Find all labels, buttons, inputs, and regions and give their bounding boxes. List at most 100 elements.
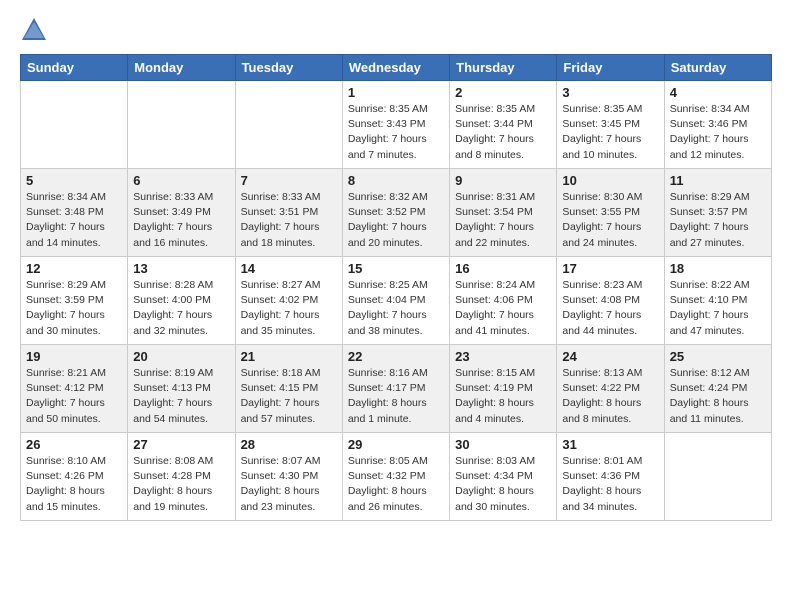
day-number: 18 bbox=[670, 261, 766, 276]
week-row-4: 19 Sunrise: 8:21 AM Sunset: 4:12 PM Dayli… bbox=[21, 345, 772, 433]
day-number: 19 bbox=[26, 349, 122, 364]
calendar-cell: 3 Sunrise: 8:35 AM Sunset: 3:45 PM Daylig… bbox=[557, 81, 664, 169]
day-number: 17 bbox=[562, 261, 658, 276]
calendar-cell: 29 Sunrise: 8:05 AM Sunset: 4:32 PM Dayli… bbox=[342, 433, 449, 521]
calendar-cell: 10 Sunrise: 8:30 AM Sunset: 3:55 PM Dayli… bbox=[557, 169, 664, 257]
day-info: Sunrise: 8:35 AM Sunset: 3:45 PM Dayligh… bbox=[562, 102, 658, 163]
week-row-3: 12 Sunrise: 8:29 AM Sunset: 3:59 PM Dayli… bbox=[21, 257, 772, 345]
calendar-cell: 20Sunrise: 8:19 AM Sunset: 4:13 PM Dayli… bbox=[128, 345, 235, 433]
calendar-cell bbox=[664, 433, 771, 521]
day-info: Sunrise: 8:15 AM Sunset: 4:19 PM Dayligh… bbox=[455, 366, 551, 427]
day-info: Sunrise: 8:29 AM Sunset: 3:59 PM Dayligh… bbox=[26, 278, 122, 339]
calendar-cell: 14 Sunrise: 8:27 AM Sunset: 4:02 PM Dayli… bbox=[235, 257, 342, 345]
day-number: 16 bbox=[455, 261, 551, 276]
weekday-header-thursday: Thursday bbox=[450, 55, 557, 81]
day-number: 7 bbox=[241, 173, 337, 188]
day-number: 26 bbox=[26, 437, 122, 452]
day-info: Sunrise: 8:35 AM Sunset: 3:43 PM Dayligh… bbox=[348, 102, 444, 163]
day-number: 21 bbox=[241, 349, 337, 364]
day-number: 30 bbox=[455, 437, 551, 452]
calendar-cell: 27 Sunrise: 8:08 AM Sunset: 4:28 PM Dayli… bbox=[128, 433, 235, 521]
day-info: Sunrise: 8:31 AM Sunset: 3:54 PM Dayligh… bbox=[455, 190, 551, 251]
day-number: 10 bbox=[562, 173, 658, 188]
calendar-cell: 16 Sunrise: 8:24 AM Sunset: 4:06 PM Dayli… bbox=[450, 257, 557, 345]
day-info: Sunrise: 8:35 AM Sunset: 3:44 PM Dayligh… bbox=[455, 102, 551, 163]
calendar-cell: 30Sunrise: 8:03 AM Sunset: 4:34 PM Dayli… bbox=[450, 433, 557, 521]
calendar-cell: 21Sunrise: 8:18 AM Sunset: 4:15 PM Dayli… bbox=[235, 345, 342, 433]
calendar-cell: 7 Sunrise: 8:33 AM Sunset: 3:51 PM Daylig… bbox=[235, 169, 342, 257]
day-info: Sunrise: 8:10 AM Sunset: 4:26 PM Dayligh… bbox=[26, 454, 122, 515]
day-info: Sunrise: 8:13 AM Sunset: 4:22 PM Dayligh… bbox=[562, 366, 658, 427]
day-number: 5 bbox=[26, 173, 122, 188]
day-number: 12 bbox=[26, 261, 122, 276]
day-number: 11 bbox=[670, 173, 766, 188]
day-info: Sunrise: 8:25 AM Sunset: 4:04 PM Dayligh… bbox=[348, 278, 444, 339]
weekday-header-monday: Monday bbox=[128, 55, 235, 81]
day-number: 22 bbox=[348, 349, 444, 364]
day-number: 4 bbox=[670, 85, 766, 100]
day-number: 28 bbox=[241, 437, 337, 452]
day-info: Sunrise: 8:12 AM Sunset: 4:24 PM Dayligh… bbox=[670, 366, 766, 427]
day-info: Sunrise: 8:07 AM Sunset: 4:30 PM Dayligh… bbox=[241, 454, 337, 515]
day-number: 24 bbox=[562, 349, 658, 364]
day-number: 25 bbox=[670, 349, 766, 364]
day-info: Sunrise: 8:33 AM Sunset: 3:51 PM Dayligh… bbox=[241, 190, 337, 251]
day-info: Sunrise: 8:21 AM Sunset: 4:12 PM Dayligh… bbox=[26, 366, 122, 427]
weekday-header-saturday: Saturday bbox=[664, 55, 771, 81]
calendar-cell bbox=[128, 81, 235, 169]
calendar-cell: 12 Sunrise: 8:29 AM Sunset: 3:59 PM Dayli… bbox=[21, 257, 128, 345]
day-number: 1 bbox=[348, 85, 444, 100]
day-number: 8 bbox=[348, 173, 444, 188]
day-info: Sunrise: 8:28 AM Sunset: 4:00 PM Dayligh… bbox=[133, 278, 229, 339]
weekday-header-sunday: Sunday bbox=[21, 55, 128, 81]
day-info: Sunrise: 8:24 AM Sunset: 4:06 PM Dayligh… bbox=[455, 278, 551, 339]
day-info: Sunrise: 8:34 AM Sunset: 3:48 PM Dayligh… bbox=[26, 190, 122, 251]
day-info: Sunrise: 8:08 AM Sunset: 4:28 PM Dayligh… bbox=[133, 454, 229, 515]
calendar-cell: 25 Sunrise: 8:12 AM Sunset: 4:24 PM Dayli… bbox=[664, 345, 771, 433]
calendar-cell: 4 Sunrise: 8:34 AM Sunset: 3:46 PM Daylig… bbox=[664, 81, 771, 169]
day-number: 20 bbox=[133, 349, 229, 364]
calendar-cell: 22 Sunrise: 8:16 AM Sunset: 4:17 PM Dayli… bbox=[342, 345, 449, 433]
day-number: 29 bbox=[348, 437, 444, 452]
calendar-cell: 9 Sunrise: 8:31 AM Sunset: 3:54 PM Daylig… bbox=[450, 169, 557, 257]
logo-icon bbox=[20, 16, 48, 44]
calendar-cell: 31Sunrise: 8:01 AM Sunset: 4:36 PM Dayli… bbox=[557, 433, 664, 521]
day-info: Sunrise: 8:30 AM Sunset: 3:55 PM Dayligh… bbox=[562, 190, 658, 251]
calendar-cell: 23 Sunrise: 8:15 AM Sunset: 4:19 PM Dayli… bbox=[450, 345, 557, 433]
calendar-cell: 6Sunrise: 8:33 AM Sunset: 3:49 PM Daylig… bbox=[128, 169, 235, 257]
calendar-cell: 19 Sunrise: 8:21 AM Sunset: 4:12 PM Dayli… bbox=[21, 345, 128, 433]
day-info: Sunrise: 8:32 AM Sunset: 3:52 PM Dayligh… bbox=[348, 190, 444, 251]
day-info: Sunrise: 8:27 AM Sunset: 4:02 PM Dayligh… bbox=[241, 278, 337, 339]
day-number: 13 bbox=[133, 261, 229, 276]
calendar-cell bbox=[235, 81, 342, 169]
day-info: Sunrise: 8:29 AM Sunset: 3:57 PM Dayligh… bbox=[670, 190, 766, 251]
logo bbox=[20, 16, 52, 44]
calendar-cell: 17 Sunrise: 8:23 AM Sunset: 4:08 PM Dayli… bbox=[557, 257, 664, 345]
day-number: 6 bbox=[133, 173, 229, 188]
day-info: Sunrise: 8:01 AM Sunset: 4:36 PM Dayligh… bbox=[562, 454, 658, 515]
day-info: Sunrise: 8:23 AM Sunset: 4:08 PM Dayligh… bbox=[562, 278, 658, 339]
calendar-cell bbox=[21, 81, 128, 169]
week-row-5: 26 Sunrise: 8:10 AM Sunset: 4:26 PM Dayli… bbox=[21, 433, 772, 521]
calendar-cell: 11 Sunrise: 8:29 AM Sunset: 3:57 PM Dayli… bbox=[664, 169, 771, 257]
day-info: Sunrise: 8:05 AM Sunset: 4:32 PM Dayligh… bbox=[348, 454, 444, 515]
day-number: 27 bbox=[133, 437, 229, 452]
week-row-1: 1 Sunrise: 8:35 AM Sunset: 3:43 PM Daylig… bbox=[21, 81, 772, 169]
day-number: 23 bbox=[455, 349, 551, 364]
day-number: 14 bbox=[241, 261, 337, 276]
calendar-cell: 13 Sunrise: 8:28 AM Sunset: 4:00 PM Dayli… bbox=[128, 257, 235, 345]
header bbox=[20, 16, 772, 44]
weekday-header-row: SundayMondayTuesdayWednesdayThursdayFrid… bbox=[21, 55, 772, 81]
week-row-2: 5 Sunrise: 8:34 AM Sunset: 3:48 PM Daylig… bbox=[21, 169, 772, 257]
day-number: 15 bbox=[348, 261, 444, 276]
calendar-cell: 15 Sunrise: 8:25 AM Sunset: 4:04 PM Dayli… bbox=[342, 257, 449, 345]
calendar-table: SundayMondayTuesdayWednesdayThursdayFrid… bbox=[20, 54, 772, 521]
day-number: 9 bbox=[455, 173, 551, 188]
page: SundayMondayTuesdayWednesdayThursdayFrid… bbox=[0, 0, 792, 537]
calendar-cell: 8 Sunrise: 8:32 AM Sunset: 3:52 PM Daylig… bbox=[342, 169, 449, 257]
calendar-cell: 26 Sunrise: 8:10 AM Sunset: 4:26 PM Dayli… bbox=[21, 433, 128, 521]
weekday-header-wednesday: Wednesday bbox=[342, 55, 449, 81]
day-info: Sunrise: 8:16 AM Sunset: 4:17 PM Dayligh… bbox=[348, 366, 444, 427]
day-info: Sunrise: 8:34 AM Sunset: 3:46 PM Dayligh… bbox=[670, 102, 766, 163]
day-number: 3 bbox=[562, 85, 658, 100]
